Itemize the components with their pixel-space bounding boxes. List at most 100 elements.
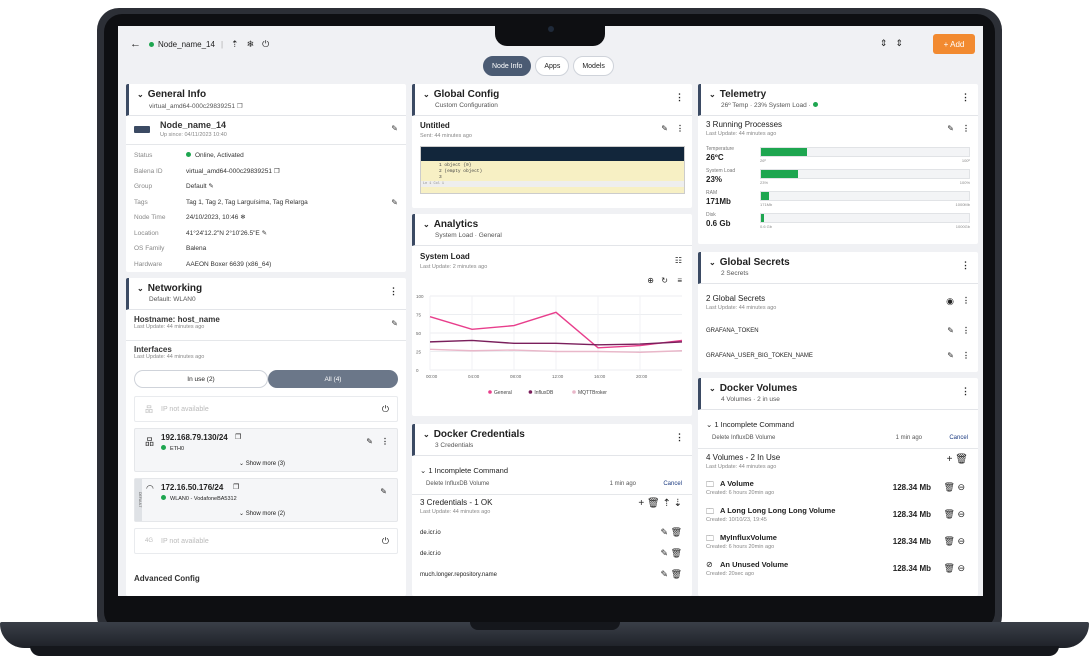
more-options-icon[interactable]: ⋮	[962, 296, 970, 305]
more-options-icon[interactable]: ⋮	[389, 286, 398, 297]
power-icon[interactable]: ⏻	[262, 39, 269, 50]
advanced-config-title[interactable]: Advanced Config	[134, 574, 200, 583]
back-arrow-icon[interactable]: ←	[130, 38, 141, 50]
more-options-icon[interactable]: ⋮	[962, 351, 970, 360]
more-options-icon[interactable]: ⋮	[676, 124, 684, 133]
edit-pencil-icon[interactable]: ✎	[380, 487, 387, 496]
docker-credentials-header[interactable]: ⌄ Docker Credentials 3 Credentials ⋮	[412, 424, 692, 456]
settings-gear-icon[interactable]: ❄	[240, 214, 245, 221]
add-icon[interactable]: +	[638, 498, 644, 509]
settings-gear-icon[interactable]: ❄	[247, 39, 255, 50]
edit-pencil-icon[interactable]: ✎	[947, 124, 954, 133]
delete-icon[interactable]: 🗑	[955, 454, 968, 465]
add-icon[interactable]: +	[947, 454, 953, 465]
expand-collapse-icon[interactable]: ⇕⇕	[880, 38, 911, 49]
edit-pencil-icon[interactable]: ✎	[391, 319, 398, 328]
incomplete-command-title[interactable]: ⌄ 1 Incomplete Command	[420, 466, 508, 475]
delete-icon[interactable]: 🗑	[944, 509, 955, 519]
delete-icon[interactable]: 🗑	[671, 548, 682, 558]
volume-row[interactable]: ⊘ An Unused Volume Created: 20sec ago 12…	[706, 558, 971, 584]
menu-icon[interactable]: ≡	[677, 276, 682, 285]
chevron-down-icon[interactable]: ⌄	[137, 284, 144, 293]
edit-pencil-icon[interactable]: ✎	[208, 183, 213, 190]
chevron-down-icon[interactable]: ⌄	[423, 220, 430, 229]
cancel-button[interactable]: Cancel	[663, 481, 682, 487]
more-options-icon[interactable]: ⋮	[675, 92, 684, 103]
chevron-down-icon[interactable]: ⌄	[709, 384, 716, 393]
delete-icon[interactable]: 🗑	[671, 569, 682, 579]
more-options-icon[interactable]: ⋮	[962, 124, 970, 133]
reset-icon[interactable]: ↻	[661, 276, 668, 285]
docker-volumes-header[interactable]: ⌄ Docker Volumes 4 Volumes · 2 in use ⋮	[698, 378, 978, 410]
copy-icon[interactable]: ❐	[274, 168, 280, 175]
edit-pencil-icon[interactable]: ✎	[366, 437, 373, 446]
more-options-icon[interactable]: ⋮	[961, 92, 970, 103]
power-icon[interactable]: ⏻	[382, 404, 389, 415]
add-button[interactable]: + Add	[933, 34, 975, 54]
processes-update: Last Update: 44 minutes ago	[706, 131, 777, 137]
filter-all[interactable]: All (4)	[268, 370, 398, 388]
cancel-button[interactable]: Cancel	[949, 435, 968, 441]
more-options-icon[interactable]: ⋮	[961, 386, 970, 397]
filter-in-use[interactable]: In use (2)	[134, 370, 268, 388]
copy-icon[interactable]: ❐	[235, 433, 241, 441]
more-circle-icon[interactable]: ⊖	[957, 536, 965, 546]
edit-pencil-icon[interactable]: ✎	[947, 351, 954, 360]
global-secrets-header[interactable]: ⌄ Global Secrets 2 Secrets ⋮	[698, 252, 978, 284]
zoom-in-icon[interactable]: ⊕	[647, 276, 654, 285]
global-config-header[interactable]: ⌄ Global Config Custom Configuration ⋮	[412, 84, 692, 116]
edit-pencil-icon[interactable]: ✎	[947, 326, 954, 335]
ethernet-interface[interactable]: 品 192.168.79.130/24 ❐ ETH0 ✎ ⋮ ⌄ Show mo…	[134, 428, 398, 472]
more-options-icon[interactable]: ⋮	[961, 260, 970, 271]
more-circle-icon[interactable]: ⊖	[957, 509, 965, 519]
volume-row[interactable]: 🗀 A Long Long Long Long Volume Created: …	[706, 504, 971, 530]
radio-selected-icon[interactable]: ◉	[946, 296, 954, 307]
edit-pencil-icon[interactable]: ✎	[661, 124, 668, 133]
filter-sliders-icon[interactable]: ☷	[675, 256, 682, 265]
edit-pencil-icon[interactable]: ✎	[391, 195, 398, 210]
interface-ip: 192.168.79.130/24	[161, 433, 228, 442]
edit-pencil-icon[interactable]: ✎	[661, 548, 669, 558]
wlan-interface[interactable]: DEFAULT ◠ 172.16.50.176/24 ❐ WLAN0 - Vod…	[134, 478, 398, 522]
volume-row[interactable]: 🗀 A Volume Created: 6 hours 20min ago 12…	[706, 477, 971, 503]
delete-icon[interactable]: 🗑	[944, 482, 955, 492]
tab-apps[interactable]: Apps	[535, 56, 570, 76]
edit-pencil-icon[interactable]: ✎	[262, 230, 267, 237]
telemetry-header[interactable]: ⌄ Telemetry 26º Temp · 23% System Load · …	[698, 84, 978, 116]
general-info-header[interactable]: ⌄ General Info virtual_amd64-000c29839251…	[126, 84, 406, 116]
tab-models[interactable]: Models	[573, 56, 614, 76]
copy-icon[interactable]: ❐	[237, 103, 243, 110]
edit-pencil-icon[interactable]: ✎	[661, 527, 669, 537]
tab-node-info[interactable]: Node Info	[483, 56, 532, 76]
power-icon[interactable]: ⏻	[382, 536, 389, 547]
upload-icon[interactable]: ⇡	[231, 39, 239, 50]
chevron-down-icon[interactable]: ⌄	[423, 90, 430, 99]
json-editor[interactable]: 1 object {0} 2 (empty object) 3 Ln 1 Col…	[420, 146, 685, 194]
delete-icon[interactable]: 🗑	[647, 498, 660, 509]
card-title: General Info	[147, 89, 207, 100]
more-options-icon[interactable]: ⋮	[381, 437, 389, 446]
delete-icon[interactable]: 🗑	[671, 527, 682, 537]
chevron-down-icon[interactable]: ⌄	[137, 90, 144, 99]
upload-icon[interactable]: ⇡	[662, 498, 670, 509]
volume-size: 128.34 Mb	[892, 564, 931, 573]
more-circle-icon[interactable]: ⊖	[957, 563, 965, 573]
edit-pencil-icon[interactable]: ✎	[391, 124, 398, 133]
more-options-icon[interactable]: ⋮	[962, 326, 970, 335]
chevron-down-icon[interactable]: ⌄	[423, 430, 430, 439]
show-more-link[interactable]: ⌄ Show more (3)	[239, 460, 285, 467]
incomplete-command-title[interactable]: ⌄ 1 Incomplete Command	[706, 420, 794, 429]
edit-pencil-icon[interactable]: ✎	[661, 569, 669, 579]
delete-icon[interactable]: 🗑	[944, 563, 955, 573]
more-options-icon[interactable]: ⋮	[675, 432, 684, 443]
show-more-link[interactable]: ⌄ Show more (2)	[239, 510, 285, 517]
more-circle-icon[interactable]: ⊖	[957, 482, 965, 492]
analytics-header[interactable]: ⌄ Analytics System Load · General	[412, 214, 692, 246]
networking-header[interactable]: ⌄ Networking Default: WLAN0 ⋮	[126, 278, 406, 310]
volume-row[interactable]: 🗀 MyInfluxVolume Created: 6 hours 20min …	[706, 531, 971, 557]
chevron-down-icon[interactable]: ⌄	[709, 90, 716, 99]
copy-icon[interactable]: ❐	[233, 483, 239, 491]
chevron-down-icon[interactable]: ⌄	[709, 258, 716, 267]
delete-icon[interactable]: 🗑	[944, 536, 955, 546]
download-icon[interactable]: ⇣	[674, 498, 682, 509]
